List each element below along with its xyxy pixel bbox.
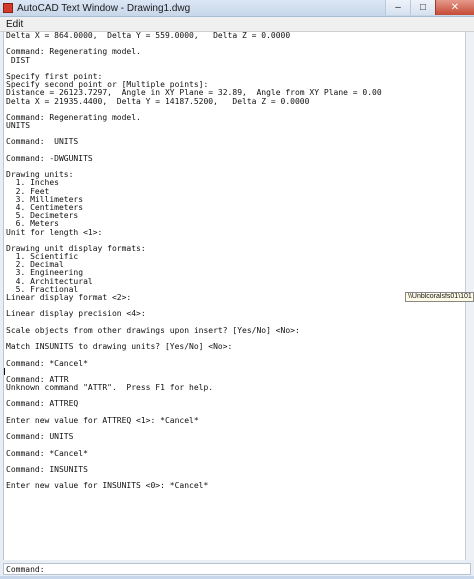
minimize-icon: – — [395, 2, 401, 13]
history-line: Enter new value for INSUNITS <0>: *Cance… — [6, 481, 209, 491]
history-line: Linear display precision <4>: — [6, 309, 146, 319]
command-prompt-label: Command: — [6, 564, 45, 574]
maximize-icon: □ — [419, 2, 427, 13]
history-line: Command: *Cancel* — [6, 358, 88, 368]
history-line: DIST — [6, 55, 31, 65]
history-line: Scale objects from other drawings upon i… — [6, 325, 300, 335]
command-history: Delta X = 864.0000, Delta Y = 559.0000, … — [4, 32, 466, 491]
history-line: Enter new value for ATTREQ <1>: *Cancel* — [6, 415, 199, 425]
window-controls: – □ ✕ — [385, 0, 474, 16]
history-line: Unknown command "ATTR". Press F1 for hel… — [6, 383, 214, 393]
close-button[interactable]: ✕ — [435, 0, 474, 15]
history-line: UNITS — [6, 121, 31, 131]
title-bar[interactable]: AutoCAD Text Window - Drawing1.dwg – □ ✕ — [0, 0, 474, 17]
history-line — [6, 368, 466, 376]
history-line: 1. Inches — [6, 178, 59, 188]
history-line: Command: INSUNITS — [6, 464, 88, 474]
history-line: Command: Regenerating model. — [6, 47, 141, 57]
history-line: Drawing units: — [6, 170, 74, 180]
history-line: 1. Scientific — [6, 252, 79, 262]
history-line: Match INSUNITS to drawing units? [Yes/No… — [6, 342, 233, 352]
history-line: Command: Regenerating model. — [6, 112, 141, 122]
path-tooltip: \\Unblcoralsfs01\101 — [405, 292, 474, 302]
history-line: Command: UNITS — [6, 432, 74, 442]
maximize-button[interactable]: □ — [410, 0, 435, 15]
command-input[interactable] — [44, 564, 470, 574]
history-line: Command: *Cancel* — [6, 448, 88, 458]
history-line — [6, 163, 466, 171]
close-icon: ✕ — [450, 2, 460, 13]
minimize-button[interactable]: – — [385, 0, 410, 15]
history-line: Linear display format <2>: — [6, 293, 132, 302]
window-title: AutoCAD Text Window - Drawing1.dwg — [17, 2, 191, 14]
history-line: Command: -DWGUNITS — [6, 153, 93, 163]
autocad-app-icon — [3, 3, 13, 13]
text-cursor — [4, 368, 5, 375]
text-output-area[interactable]: Delta X = 864.0000, Delta Y = 559.0000, … — [3, 32, 466, 560]
menu-bar: Edit — [0, 17, 474, 32]
menu-edit[interactable]: Edit — [0, 19, 29, 30]
history-line: Delta X = 864.0000, Delta Y = 559.0000, … — [6, 32, 291, 40]
history-line: Command: UNITS — [6, 137, 79, 147]
history-line: 5. Decimeters — [6, 211, 79, 221]
history-line: Unit for length <1>: — [6, 227, 103, 237]
history-line: Command: ATTREQ — [6, 399, 79, 409]
history-line: Delta X = 21935.4400, Delta Y = 14187.52… — [6, 96, 310, 106]
command-line[interactable]: Command: — [3, 563, 471, 575]
history-line — [6, 425, 466, 433]
